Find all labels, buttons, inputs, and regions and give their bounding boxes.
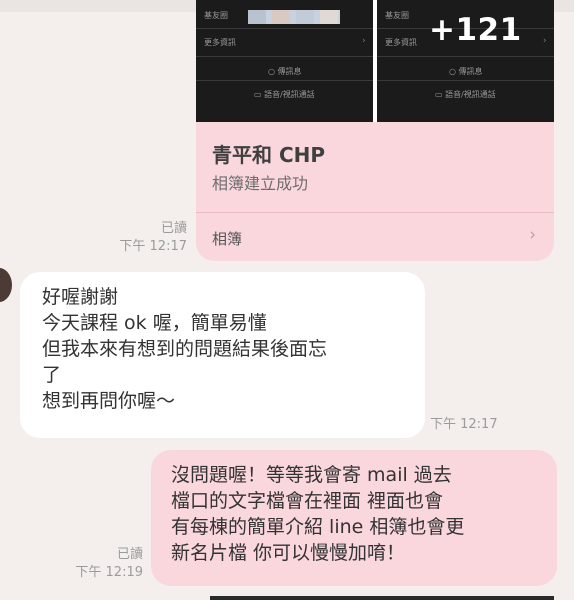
message-line: 沒問題喔！等等我會寄 mail 過去 <box>171 464 452 486</box>
next-message-preview <box>210 596 554 600</box>
profile-name-label: 基友圈 <box>385 11 409 20</box>
album-share-card[interactable]: 基友圈 更多資訊 › ○ 傳訊息 ▭ 語音/視訊通話 基友圈 更多資訊 › ○ … <box>196 0 554 261</box>
message-line: 好喔謝謝 <box>42 286 119 308</box>
message-label: ○ 傳訊息 <box>449 67 483 76</box>
more-photos-count[interactable]: +121 <box>429 12 522 48</box>
divider <box>377 56 554 57</box>
message-label: ○ 傳訊息 <box>268 67 302 76</box>
avatar[interactable] <box>0 268 12 302</box>
album-thumbnails[interactable]: 基友圈 更多資訊 › ○ 傳訊息 ▭ 語音/視訊通話 基友圈 更多資訊 › ○ … <box>196 0 554 122</box>
message-line: 檔口的文字檔會在裡面 裡面也會 <box>171 490 444 512</box>
album-photo-thumbnail[interactable]: 基友圈 更多資訊 › ○ 傳訊息 ▭ 語音/視訊通話 <box>196 0 373 122</box>
album-open-link[interactable]: 相簿 › <box>196 213 554 261</box>
message-line: 有每棟的簡單介紹 line 相簿也會更 <box>171 516 465 538</box>
divider <box>196 80 373 81</box>
more-info-label: 更多資訊 <box>385 38 417 47</box>
album-link-label: 相簿 <box>212 230 243 248</box>
profile-name-label: 基友圈 <box>204 11 228 20</box>
message-line: 但我本來有想到的問題結果後面忘 <box>42 338 328 360</box>
chevron-right-icon: › <box>362 36 366 46</box>
read-receipt: 已讀 <box>116 547 143 562</box>
profile-photos-strip <box>248 10 340 24</box>
album-status-text: 相簿建立成功 <box>212 174 309 193</box>
message-line: 新名片檔 你可以慢慢加唷！ <box>171 542 406 564</box>
divider <box>377 80 554 81</box>
divider <box>196 28 373 29</box>
album-photo-thumbnail[interactable]: 基友圈 更多資訊 › ○ 傳訊息 ▭ 語音/視訊通話 +121 <box>377 0 554 122</box>
message-time: 下午 12:19 <box>75 565 143 580</box>
divider <box>196 56 373 57</box>
message-meta: 已讀 下午 12:17 <box>108 220 187 256</box>
incoming-message-bubble[interactable]: 好喔謝謝 今天課程 ok 喔，簡單易懂 但我本來有想到的問題結果後面忘 了 想到… <box>20 272 425 438</box>
message-line: 想到再問你喔～ <box>42 390 176 412</box>
album-title: 青平和 CHP <box>212 143 326 167</box>
message-meta: 已讀 下午 12:19 <box>64 546 143 582</box>
chevron-right-icon: › <box>543 36 547 46</box>
message-time: 下午 12:17 <box>119 239 187 254</box>
call-label: ▭ 語音/視訊通話 <box>435 90 496 99</box>
message-line: 了 <box>42 364 62 386</box>
message-line: 今天課程 ok 喔，簡單易懂 <box>42 312 267 334</box>
read-receipt: 已讀 <box>160 221 187 236</box>
call-label: ▭ 語音/視訊通話 <box>254 90 315 99</box>
outgoing-message-bubble[interactable]: 沒問題喔！等等我會寄 mail 過去 檔口的文字檔會在裡面 裡面也會 有每棟的簡… <box>151 450 557 586</box>
message-time: 下午 12:17 <box>430 417 498 432</box>
chevron-right-icon: › <box>529 225 536 245</box>
more-info-label: 更多資訊 <box>204 38 236 47</box>
